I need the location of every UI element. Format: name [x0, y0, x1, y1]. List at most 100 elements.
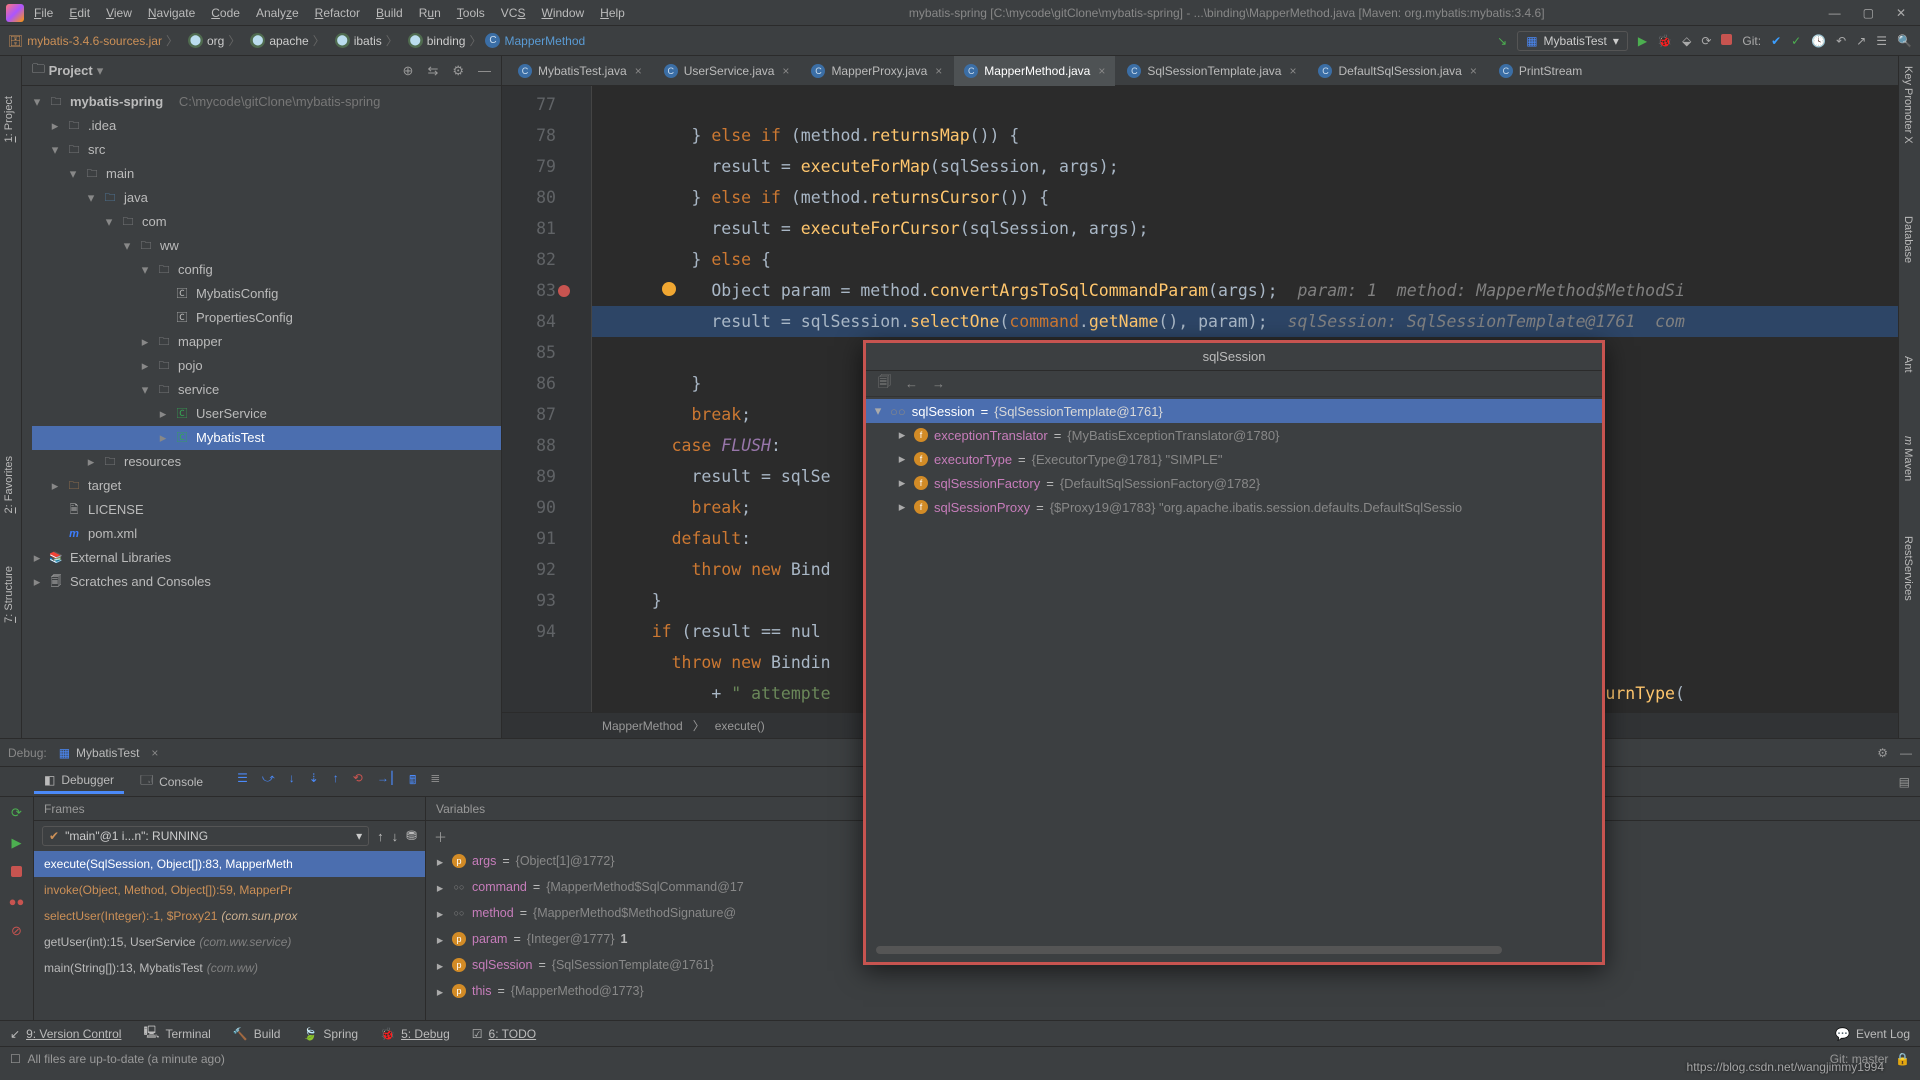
popup-var-row[interactable]: ▸fsqlSessionFactory={DefaultSqlSessionFa… — [866, 471, 1602, 495]
hide-icon[interactable]: — — [1900, 746, 1912, 760]
step-out-icon[interactable]: ↑ — [333, 771, 339, 792]
thread-selector[interactable]: ✔ "main"@1 i...n": RUNNING ▾ — [42, 826, 369, 846]
view-breakpoints-icon[interactable]: ●● — [9, 894, 25, 909]
chevron-down-icon[interactable]: ▾ — [97, 63, 104, 79]
minimize-icon[interactable]: — — [1829, 6, 1841, 20]
menu-vcs[interactable]: VCS — [501, 6, 526, 20]
tab-userservice[interactable]: CUserService.java× — [654, 56, 800, 86]
tab-close-icon[interactable]: × — [1098, 64, 1105, 78]
lock-icon[interactable]: 🔒 — [1895, 1052, 1910, 1066]
toolwindow-project-tab[interactable]: 1: Project — [3, 96, 15, 142]
copy-icon[interactable]: 🗐 — [878, 373, 891, 395]
popup-root-node[interactable]: ▾ ○○ sqlSession = {SqlSessionTemplate@17… — [866, 399, 1602, 423]
settings-gear-icon[interactable]: ⚙ — [452, 63, 464, 79]
toolwindow-structure-tab[interactable]: 7: Structure — [3, 566, 15, 623]
debug-config-tab[interactable]: ▦MybatisTest× — [59, 746, 159, 760]
expand-all-icon[interactable]: ⇆ — [427, 63, 438, 79]
bottom-tab-terminal[interactable]: 🖳 Terminal — [143, 1023, 210, 1044]
coverage-icon[interactable]: ⬙ — [1682, 34, 1691, 48]
bottom-tab-eventlog[interactable]: 💬 Event Log — [1835, 1027, 1910, 1041]
menu-analyze[interactable]: Analyze — [256, 6, 299, 20]
vcs-update-icon[interactable]: ✔ — [1771, 34, 1781, 48]
breadcrumb-ibatis[interactable]: ⬤ibatis — [335, 33, 382, 48]
popup-var-row[interactable]: ▸fsqlSessionProxy={$Proxy19@1783} "org.a… — [866, 495, 1602, 519]
profile-icon[interactable]: ⟳ — [1701, 34, 1711, 48]
breadcrumb-jar[interactable]: 🗄 mybatis-3.4.6-sources.jar — [8, 34, 162, 48]
menu-tools[interactable]: Tools — [457, 6, 485, 20]
breadcrumb-org[interactable]: ⬤org — [188, 33, 224, 48]
menu-refactor[interactable]: Refactor — [315, 6, 360, 20]
breadcrumb-binding[interactable]: ⬤binding — [408, 33, 466, 48]
build-hammer-icon[interactable]: ↘ — [1497, 34, 1507, 48]
filter-icon[interactable]: ⛃ — [406, 828, 417, 844]
layout-icon[interactable]: ▤ — [1899, 775, 1910, 789]
debug-icon[interactable]: 🐞 — [1657, 34, 1672, 48]
menu-window[interactable]: Window — [541, 6, 584, 20]
close-icon[interactable]: ✕ — [1896, 6, 1906, 20]
bottom-tab-spring[interactable]: 🍃 Spring — [302, 1027, 358, 1041]
next-frame-icon[interactable]: ↓ — [392, 829, 399, 844]
main-menu[interactable]: File Edit View Navigate Code Analyze Ref… — [34, 6, 625, 20]
vcs-revert-icon[interactable]: ↶ — [1836, 34, 1846, 48]
popup-scrollbar[interactable] — [876, 946, 1502, 954]
bottom-tab-debug[interactable]: 🐞 5: Debug — [380, 1027, 450, 1041]
bottom-tab-build[interactable]: 🔨 Build — [233, 1027, 281, 1041]
tab-close-icon[interactable]: × — [1289, 64, 1296, 78]
hide-icon[interactable]: — — [478, 63, 491, 79]
rerun-icon[interactable]: ⟳ — [11, 805, 22, 821]
menu-run[interactable]: Run — [419, 6, 441, 20]
tab-defaultsqlsession[interactable]: CDefaultSqlSession.java× — [1308, 56, 1486, 86]
menu-edit[interactable]: Edit — [69, 6, 90, 20]
menu-code[interactable]: Code — [211, 6, 240, 20]
nav-back-icon[interactable]: ← — [905, 376, 918, 391]
gutter[interactable]: 777879808182 83 8485868788899091929394 — [502, 86, 574, 712]
fold-gutter[interactable] — [574, 86, 592, 712]
tab-close-icon[interactable]: × — [935, 64, 942, 78]
toolwindows-toggle-icon[interactable]: ☐ — [10, 1052, 21, 1066]
var-row[interactable]: ▸pthis={MapperMethod@1773} — [426, 978, 1920, 1004]
settings-gear-icon[interactable]: ⚙ — [1877, 746, 1888, 760]
step-over-icon[interactable]: ⤻ — [262, 771, 275, 792]
frame-list[interactable]: execute(SqlSession, Object[]):83, Mapper… — [34, 851, 425, 1020]
vcs-history-icon[interactable]: 🕓 — [1811, 34, 1826, 48]
debugger-tab[interactable]: ◧Debugger — [34, 769, 124, 794]
step-into-icon[interactable]: ↓ — [289, 771, 295, 792]
popup-var-row[interactable]: ▸fexecutorType={ExecutorType@1781} "SIMP… — [866, 447, 1602, 471]
tab-sqlsessiontemplate[interactable]: CSqlSessionTemplate.java× — [1117, 56, 1306, 86]
bottom-tab-todo[interactable]: ☑ 6: TODO — [472, 1027, 536, 1041]
tab-printstream[interactable]: CPrintStream — [1489, 56, 1592, 86]
evaluate-icon[interactable]: 🖩 — [409, 771, 416, 792]
run-config-dropdown[interactable]: ▦ MybatisTest ▾ — [1517, 31, 1628, 51]
toolwindow-restservices-tab[interactable]: RestServices — [1902, 536, 1914, 601]
menu-view[interactable]: View — [106, 6, 132, 20]
project-title[interactable]: Project — [49, 63, 93, 78]
show-exec-point-icon[interactable]: ☰ — [237, 771, 248, 792]
breakpoint-icon[interactable] — [558, 285, 570, 297]
toolwindow-keypromoter-tab[interactable]: Key Promoter X — [1902, 66, 1914, 144]
bottom-tab-vcs[interactable]: ↙ 9: Version Control — [10, 1027, 121, 1041]
tab-close-icon[interactable]: × — [151, 746, 158, 760]
tab-mappermethod[interactable]: CMapperMethod.java× — [954, 56, 1115, 86]
frame-row[interactable]: main(String[]):13, MybatisTest(com.ww) — [34, 955, 425, 981]
tab-close-icon[interactable]: × — [635, 64, 642, 78]
toolwindow-database-tab[interactable]: Database — [1902, 216, 1914, 263]
vcs-commit-icon[interactable]: ✓ — [1791, 34, 1801, 48]
stop-icon[interactable] — [1721, 34, 1732, 48]
intention-bulb-icon[interactable] — [662, 282, 676, 296]
toolwindow-ant-tab[interactable]: Ant — [1902, 356, 1914, 373]
popup-var-row[interactable]: ▸fexceptionTranslator={MyBatisExceptionT… — [866, 423, 1602, 447]
locate-icon[interactable]: ⊕ — [403, 63, 414, 79]
toolwindow-maven-tab[interactable]: m Maven — [1902, 436, 1914, 481]
menu-build[interactable]: Build — [376, 6, 403, 20]
search-everywhere-icon[interactable]: 🔍 — [1897, 34, 1912, 48]
frame-row[interactable]: execute(SqlSession, Object[]):83, Mapper… — [34, 851, 425, 877]
breadcrumb-apache[interactable]: ⬤apache — [250, 33, 308, 48]
maximize-icon[interactable]: ▢ — [1863, 6, 1874, 20]
console-tab[interactable]: 🗔Console — [130, 767, 213, 796]
tab-close-icon[interactable]: × — [782, 64, 789, 78]
run-icon[interactable]: ▶ — [1638, 34, 1647, 48]
frame-row[interactable]: selectUser(Integer):-1, $Proxy21(com.sun… — [34, 903, 425, 929]
nav-forward-icon[interactable]: → — [932, 376, 945, 391]
menu-file[interactable]: File — [34, 6, 53, 20]
toolwindow-favorites-tab[interactable]: 2: Favorites — [3, 456, 15, 513]
